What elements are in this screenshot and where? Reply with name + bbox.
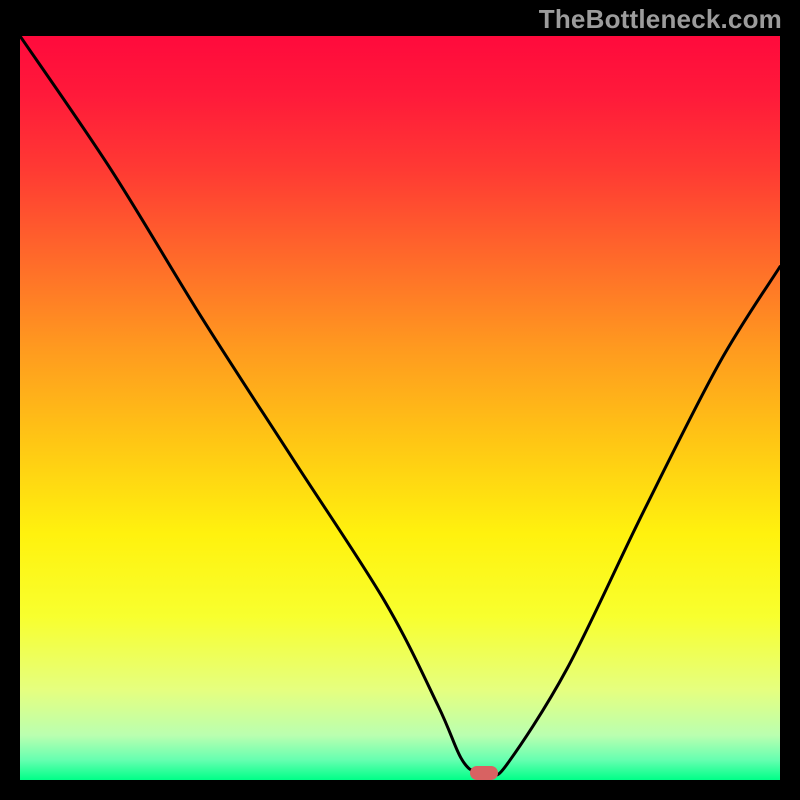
optimum-marker	[470, 766, 498, 780]
bottleneck-curve	[20, 36, 780, 780]
gradient-plot-area	[20, 36, 780, 780]
chart-frame: TheBottleneck.com	[0, 0, 800, 800]
watermark-text: TheBottleneck.com	[539, 6, 782, 32]
